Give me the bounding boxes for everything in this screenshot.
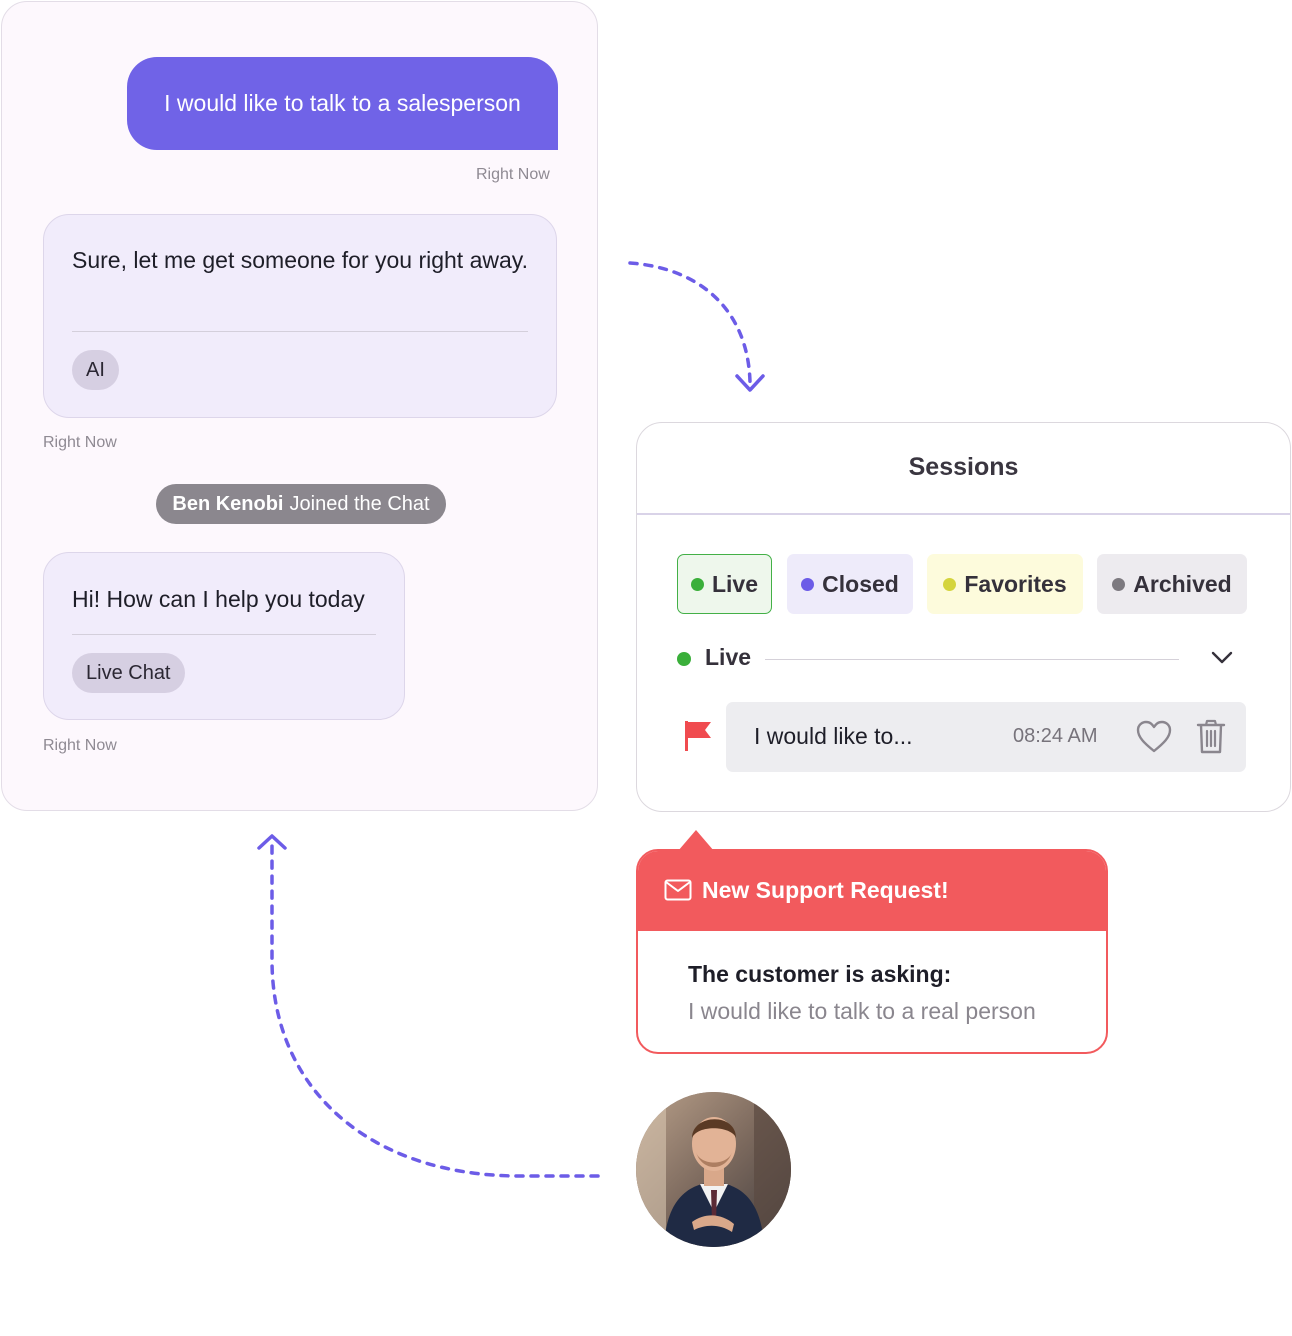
- notification-message: I would like to talk to a real person: [688, 998, 1036, 1024]
- user-message-bubble: I would like to talk to a salesperson: [127, 57, 558, 150]
- session-row[interactable]: I would like to... 08:24 AM: [726, 702, 1246, 772]
- arrow-agent-to-chat: [270, 844, 600, 1178]
- user-message-timestamp: Right Now: [476, 166, 550, 183]
- user-message-text: I would like to talk to a salesperson: [164, 90, 521, 116]
- live-dot-icon: [690, 577, 704, 591]
- heart-icon[interactable]: [1135, 719, 1173, 754]
- bot-message-timestamp: Right Now: [43, 434, 117, 451]
- agent-message-timestamp: Right Now: [43, 737, 117, 754]
- arrowhead-down: [735, 374, 765, 392]
- chat-panel: I would like to talk to a salesperson Ri…: [1, 1, 598, 811]
- bot-message-divider: [72, 331, 528, 332]
- filter-archived[interactable]: Archived: [1097, 554, 1247, 614]
- agent-message-divider: [72, 634, 376, 635]
- sessions-panel: Sessions Live Closed Favorites Archived …: [636, 422, 1291, 812]
- trash-icon[interactable]: [1196, 719, 1226, 755]
- agent-avatar: [636, 1092, 791, 1247]
- session-time: 08:24 AM: [1013, 725, 1098, 747]
- agent-joined-notice: Ben Kenobi Joined the Chat: [156, 484, 446, 524]
- live-group-header[interactable]: Live: [677, 641, 1235, 677]
- live-group-divider: [765, 659, 1179, 660]
- notification-header: New Support Request!: [638, 851, 1106, 931]
- bot-message-bubble: Sure, let me get someone for you right a…: [43, 214, 557, 418]
- bot-source-chip: AI: [72, 350, 119, 390]
- filter-closed[interactable]: Closed: [787, 554, 913, 614]
- notification-pointer: [678, 830, 714, 851]
- closed-dot-icon: [801, 577, 815, 591]
- session-preview: I would like to...: [754, 723, 913, 749]
- flag-icon[interactable]: [683, 719, 713, 753]
- filter-favorites[interactable]: Favorites: [927, 554, 1083, 614]
- joined-text: Joined the Chat: [289, 492, 430, 515]
- notification-title: New Support Request!: [702, 877, 949, 903]
- archived-dot-icon: [1112, 577, 1126, 591]
- filter-label: Live: [711, 570, 759, 597]
- filter-label: Closed: [822, 570, 899, 597]
- filter-label: Archived: [1133, 570, 1232, 597]
- agent-message-bubble: Hi! How can I help you today Live Chat: [43, 552, 405, 720]
- favorites-dot-icon: [943, 577, 957, 591]
- chevron-down-icon[interactable]: [1209, 645, 1235, 671]
- bot-message-text: Sure, let me get someone for you right a…: [72, 247, 528, 273]
- agent-portrait: [636, 1092, 791, 1247]
- agent-message-text: Hi! How can I help you today: [72, 586, 365, 612]
- live-status-dot-icon: [677, 652, 691, 666]
- filter-label: Favorites: [964, 570, 1067, 597]
- envelope-icon: [664, 879, 692, 901]
- sessions-title: Sessions: [908, 453, 1019, 481]
- agent-name: Ben Kenobi: [172, 492, 284, 515]
- arrow-chat-to-sessions: [628, 261, 752, 384]
- sessions-divider: [637, 513, 1290, 515]
- live-group-label: Live: [705, 644, 752, 670]
- filter-live[interactable]: Live: [677, 554, 772, 614]
- agent-source-chip: Live Chat: [72, 653, 185, 693]
- arrowhead-up: [257, 834, 287, 850]
- support-request-notification[interactable]: New Support Request! The customer is ask…: [636, 849, 1108, 1054]
- notification-label: The customer is asking:: [688, 961, 952, 987]
